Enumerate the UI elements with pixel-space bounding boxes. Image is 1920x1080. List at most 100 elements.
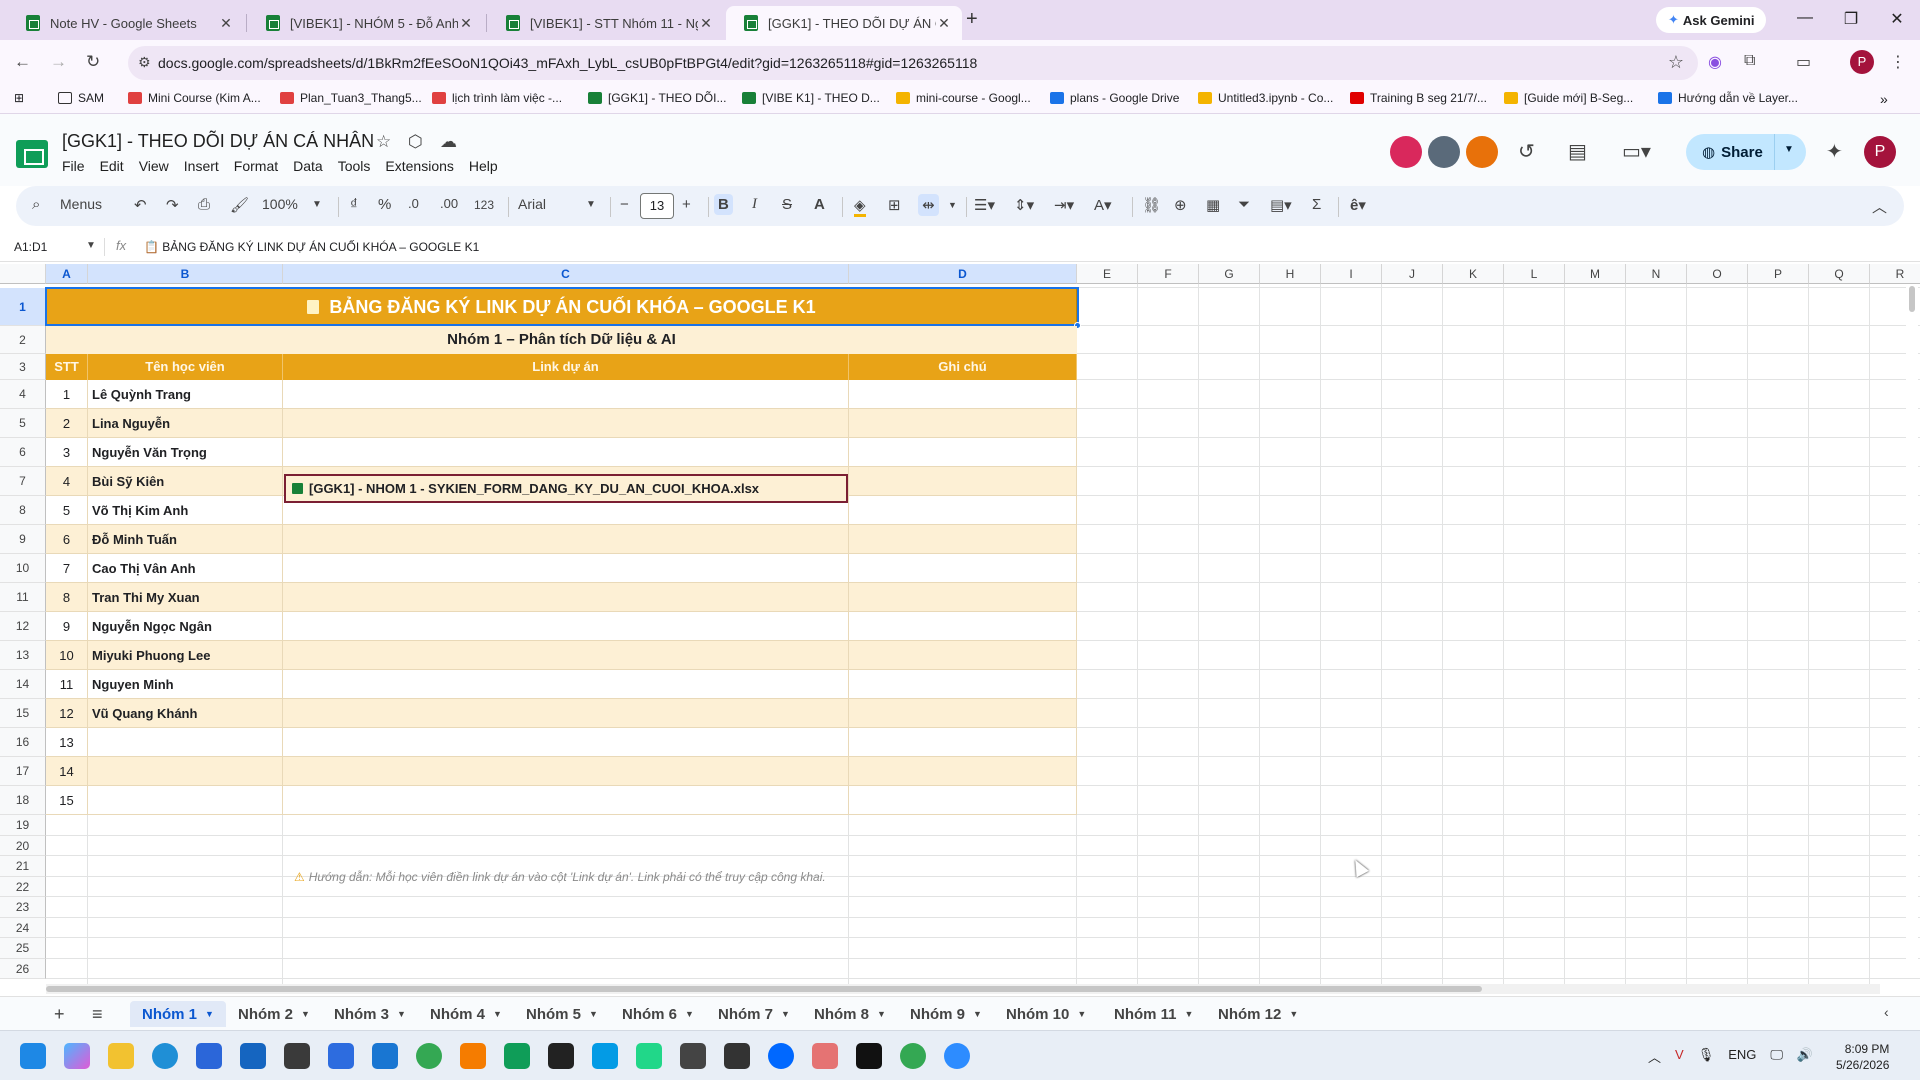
text-color-icon[interactable]: A <box>814 196 825 213</box>
stt-cell[interactable]: 2 <box>46 409 88 438</box>
close-tab-icon[interactable]: ✕ <box>936 15 952 32</box>
student-name-cell[interactable] <box>88 757 283 786</box>
ask-gemini-button[interactable]: ✦ Ask Gemini <box>1656 7 1767 33</box>
stt-cell[interactable]: 6 <box>46 525 88 554</box>
project-link-cell[interactable] <box>283 699 849 728</box>
user-avatar[interactable]: P <box>1864 136 1896 168</box>
column-header-q[interactable]: Q <box>1809 264 1870 284</box>
tray-chevron-icon[interactable]: ︿ <box>1648 1047 1661 1066</box>
sheet-tab-10[interactable]: Nhóm 10 ▼ <box>994 1001 1098 1027</box>
bookmark-5[interactable]: [VIBE K1] - THEO D... <box>742 91 880 105</box>
move-folder-icon[interactable]: ⬡ <box>408 132 423 152</box>
microphone-icon[interactable]: 🎙 <box>1698 1047 1715 1066</box>
app-icon[interactable] <box>680 1043 706 1069</box>
new-tab-plus-icon[interactable]: + <box>966 8 978 31</box>
sheet-tab-chevron-icon[interactable]: ▼ <box>1077 1009 1086 1019</box>
column-header-m[interactable]: M <box>1565 264 1626 284</box>
browser-tab-vibek1-nhom5[interactable]: [VIBEK1] - NHÓM 5 - Đỗ Anh V ✕ <box>248 6 484 40</box>
row-header-26[interactable]: 26 <box>0 959 46 979</box>
row-header-18[interactable]: 18 <box>0 786 46 815</box>
document-title[interactable]: [GGK1] - THEO DÕI DỰ ÁN CÁ NHÂN <box>62 131 374 152</box>
bookmark-10[interactable]: [Guide mới] B-Seg... <box>1504 91 1633 105</box>
app-icon[interactable] <box>328 1043 354 1069</box>
select-all-corner[interactable] <box>0 264 46 284</box>
strikethrough-icon[interactable]: S <box>782 196 792 213</box>
paint-format-icon[interactable]: 🖌 <box>230 196 249 214</box>
scrollbar-thumb[interactable] <box>1909 286 1915 312</box>
column-header-p[interactable]: P <box>1748 264 1809 284</box>
apps-grid-icon[interactable]: ⊞ <box>14 91 24 105</box>
column-header-c[interactable]: C <box>283 264 849 284</box>
sheet-tab-chevron-icon[interactable]: ▼ <box>589 1009 598 1019</box>
row-header-22[interactable]: 22 <box>0 877 46 897</box>
bold-icon[interactable]: B <box>714 194 733 215</box>
sheet-tab-chevron-icon[interactable]: ▼ <box>1185 1009 1194 1019</box>
row-header-25[interactable]: 25 <box>0 938 46 959</box>
functions-sigma-icon[interactable]: Σ <box>1312 196 1321 213</box>
student-name-cell[interactable]: Tran Thi My Xuan <box>88 583 283 612</box>
print-icon[interactable]: ⎙ <box>198 196 210 213</box>
format-currency-button[interactable]: ₫ <box>350 196 358 213</box>
sheet-tab-2[interactable]: Nhóm 2 ▼ <box>226 1001 322 1027</box>
fill-color-icon[interactable]: ◈ <box>854 196 866 217</box>
column-header-g[interactable]: G <box>1199 264 1260 284</box>
student-name-cell[interactable]: Miyuki Phuong Lee <box>88 641 283 670</box>
version-history-icon[interactable]: ↺ <box>1518 139 1535 164</box>
bookmark-8[interactable]: Untitled3.ipynb - Co... <box>1198 91 1333 105</box>
volume-icon[interactable]: 🔊 <box>1797 1047 1813 1066</box>
project-link-cell[interactable] <box>283 612 849 641</box>
project-link-cell[interactable] <box>283 641 849 670</box>
sheet-tab-chevron-icon[interactable]: ▼ <box>301 1009 310 1019</box>
browser-menu-icon[interactable]: ⋮ <box>1890 52 1906 72</box>
forward-arrow-icon[interactable]: → <box>50 52 67 72</box>
row-header-12[interactable]: 12 <box>0 612 46 641</box>
project-link-cell[interactable] <box>283 757 849 786</box>
row-header-21[interactable]: 21 <box>0 856 46 877</box>
insert-chart-icon[interactable]: ▦ <box>1206 196 1220 214</box>
share-dropdown-chevron-icon[interactable]: ▼ <box>1784 144 1794 155</box>
row-header-23[interactable]: 23 <box>0 897 46 918</box>
note-cell[interactable] <box>849 467 1077 496</box>
collapse-toolbar-chevron-icon[interactable]: ︿ <box>1872 196 1887 217</box>
row-header-13[interactable]: 13 <box>0 641 46 670</box>
italic-icon[interactable]: I <box>752 196 757 213</box>
close-tab-icon[interactable]: ✕ <box>698 15 714 32</box>
column-header-d[interactable]: D <box>849 264 1077 284</box>
reload-icon[interactable]: ↻ <box>86 52 100 72</box>
more-bookmarks-chevron-icon[interactable]: » <box>1880 91 1888 107</box>
extensions-puzzle-icon[interactable]: ⧉ <box>1744 52 1755 70</box>
decrease-font-size-icon[interactable]: − <box>620 196 629 213</box>
column-header-o[interactable]: O <box>1687 264 1748 284</box>
student-name-cell[interactable] <box>88 786 283 815</box>
bookmark-0[interactable]: SAM <box>58 91 104 105</box>
close-window-icon[interactable]: ✕ <box>1882 9 1912 29</box>
header-project-link[interactable]: Link dự án <box>283 354 849 380</box>
header-note[interactable]: Ghi chú <box>849 354 1077 380</box>
row-header-2[interactable]: 2 <box>0 326 46 354</box>
student-name-cell[interactable]: Lê Quỳnh Trang <box>88 380 283 409</box>
column-header-b[interactable]: B <box>88 264 283 284</box>
text-wrapping-icon[interactable]: ⇥▾ <box>1054 196 1074 214</box>
close-tab-icon[interactable]: ✕ <box>218 15 234 32</box>
font-chevron-icon[interactable]: ▼ <box>586 199 596 210</box>
row-header-3[interactable]: 3 <box>0 354 46 380</box>
app-icon[interactable] <box>284 1043 310 1069</box>
row-header-11[interactable]: 11 <box>0 583 46 612</box>
sheet-tab-chevron-icon[interactable]: ▼ <box>973 1009 982 1019</box>
increase-decimal-button[interactable]: .00 <box>440 196 458 211</box>
project-link-cell[interactable] <box>283 728 849 757</box>
row-header-24[interactable]: 24 <box>0 918 46 938</box>
back-arrow-icon[interactable]: ← <box>14 52 31 72</box>
sheets-logo-icon[interactable] <box>16 140 48 168</box>
column-header-a[interactable]: A <box>46 264 88 284</box>
note-cell[interactable] <box>849 670 1077 699</box>
search-app-icon[interactable] <box>460 1043 486 1069</box>
vertical-scrollbar[interactable] <box>1906 284 1918 974</box>
header-student-name[interactable]: Tên học viên <box>88 354 283 380</box>
horizontal-align-icon[interactable]: ☰▾ <box>974 196 995 214</box>
row-header-8[interactable]: 8 <box>0 496 46 525</box>
note-cell[interactable] <box>849 554 1077 583</box>
formula-input[interactable]: 📋 BẢNG ĐĂNG KÝ LINK DỰ ÁN CUỐI KHÓA – GO… <box>144 240 479 254</box>
sheet-tab-chevron-icon[interactable]: ▼ <box>397 1009 406 1019</box>
menu-data[interactable]: Data <box>293 158 323 174</box>
